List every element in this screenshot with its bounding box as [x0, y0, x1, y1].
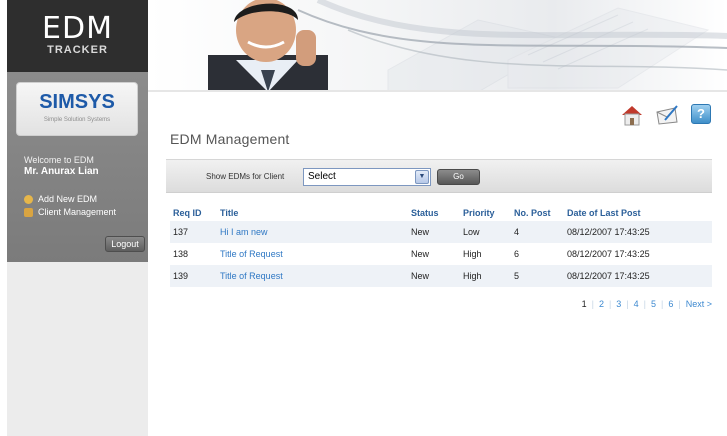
page-link-1[interactable]: 1 — [582, 299, 587, 309]
post-count-cell: 4 — [511, 221, 564, 243]
sidebar-item-label: Add New EDM — [38, 194, 98, 204]
welcome-text: Welcome to EDM — [24, 155, 94, 165]
chevron-down-icon[interactable]: ▼ — [415, 170, 429, 184]
date-cell: 08/12/2007 17:43:25 — [564, 265, 712, 287]
table-header-row: Req ID Title Status Priority No. Post Da… — [170, 205, 712, 221]
table-row: 137 Hi I am new New Low 4 08/12/2007 17:… — [170, 221, 712, 243]
company-tagline: Simple Solution Systems — [43, 117, 111, 123]
mail-icon[interactable] — [655, 104, 678, 126]
edm-table: Req ID Title Status Priority No. Post Da… — [170, 205, 712, 287]
priority-cell: High — [463, 249, 482, 259]
column-header-no-post[interactable]: No. Post — [511, 205, 564, 221]
table-row: 138 Title of Request New High 6 08/12/20… — [170, 243, 712, 265]
req-id-cell: 138 — [173, 249, 189, 259]
sidebar-item-label: Client Management — [38, 207, 117, 217]
request-title-link[interactable]: Hi I am new — [220, 227, 268, 237]
page-separator: | — [661, 299, 664, 309]
app-logo: EDM TRACKER — [7, 0, 148, 72]
page-link-2[interactable]: 2 — [599, 299, 604, 309]
date-cell: 08/12/2007 17:43:25 — [564, 221, 712, 243]
request-title-link[interactable]: Title of Request — [220, 249, 283, 259]
next-page-link[interactable]: Next > — [686, 299, 712, 309]
header-banner — [148, 0, 727, 92]
logout-button[interactable]: Logout — [105, 236, 145, 252]
banner-divider — [148, 90, 727, 92]
sidebar-item-client-management[interactable]: Client Management — [24, 207, 116, 217]
date-cell: 08/12/2007 17:43:25 — [567, 249, 650, 259]
app-logo-subtitle: TRACKER — [47, 44, 108, 56]
column-header-req-id[interactable]: Req ID — [170, 205, 217, 221]
status-cell: New — [408, 221, 460, 243]
post-count-cell: 5 — [511, 265, 564, 287]
user-name: Mr. Anurax Lian — [24, 166, 99, 177]
page-separator: | — [608, 299, 612, 309]
page-separator: | — [591, 299, 594, 309]
page-title: EDM Management — [170, 131, 290, 147]
home-icon[interactable] — [620, 104, 642, 126]
user-add-icon — [24, 194, 33, 204]
sidebar-item-add-new-edm[interactable]: Add New EDM — [24, 194, 97, 204]
post-count-cell: 6 — [514, 249, 520, 259]
page-link-5[interactable]: 5 — [651, 299, 656, 309]
priority-cell: High — [460, 265, 511, 287]
page-link-4[interactable]: 4 — [634, 299, 639, 309]
column-header-date-last-post[interactable]: Date of Last Post — [564, 205, 712, 221]
page-separator: | — [626, 299, 629, 309]
page-link-6[interactable]: 6 — [668, 299, 673, 309]
company-logo: SIMSYS Simple Solution Systems — [16, 82, 138, 136]
title-cell: Hi I am new — [217, 221, 408, 243]
banner-illustration — [208, 0, 727, 92]
client-select[interactable]: Select ▼ — [303, 168, 431, 186]
sidebar: EDM TRACKER SIMSYS Simple Solution Syste… — [7, 0, 148, 436]
help-icon[interactable]: ? — [691, 104, 711, 124]
status-cell: New — [408, 265, 460, 287]
pagination: 1 | 2 | 3 | 4 | 5 | 6 | Next > — [582, 299, 712, 309]
request-title-link[interactable]: Title of Request — [220, 271, 283, 281]
page-separator: | — [643, 299, 647, 309]
column-header-title[interactable]: Title — [217, 205, 408, 221]
req-id-cell: 137 — [170, 221, 217, 243]
folder-icon — [24, 207, 33, 217]
table-row: 139 Title of Request New High 5 08/12/20… — [170, 265, 712, 287]
page-separator: | — [678, 299, 681, 309]
client-select-value: Select — [308, 171, 336, 182]
filter-label: Show EDMs for Client — [206, 172, 285, 181]
priority-cell: Low — [460, 221, 511, 243]
client-filter-bar: Show EDMs for Client Select ▼ Go — [166, 159, 712, 193]
go-button[interactable]: Go — [437, 169, 480, 185]
title-cell: Title of Request — [217, 265, 408, 287]
page-link-3[interactable]: 3 — [616, 299, 621, 309]
req-id-cell: 139 — [170, 265, 217, 287]
column-header-status[interactable]: Status — [408, 205, 460, 221]
column-header-priority[interactable]: Priority — [460, 205, 511, 221]
app-logo-title: EDM — [42, 11, 113, 46]
company-logo-text: SIMSYS — [39, 91, 115, 113]
status-cell: New — [411, 249, 430, 259]
title-cell: Title of Request — [217, 243, 408, 265]
